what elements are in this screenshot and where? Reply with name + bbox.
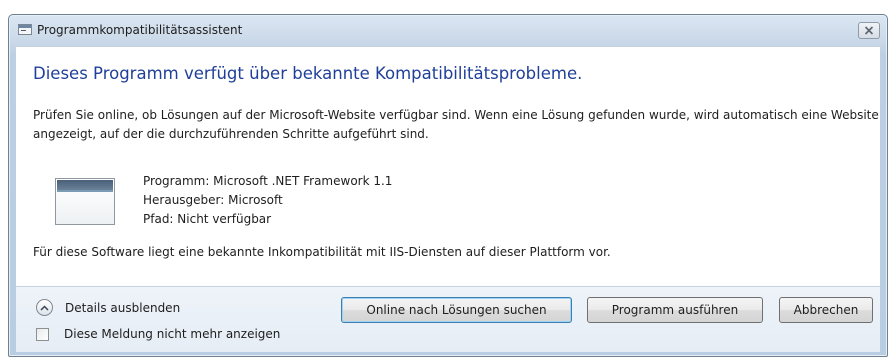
program-path: Pfad: Nicht verfügbar	[143, 212, 272, 226]
cancel-button[interactable]: Abbrechen	[779, 297, 873, 323]
program-info: Programm: Microsoft .NET Framework 1.1 H…	[143, 172, 392, 229]
close-button[interactable]	[858, 22, 880, 39]
details-toggle[interactable]: Details ausblenden	[36, 299, 180, 316]
check-online-button[interactable]: Online nach Lösungen suchen	[341, 297, 572, 323]
details-toggle-button[interactable]	[36, 299, 53, 316]
dialog-footer: Details ausblenden Diese Meldung nicht m…	[16, 286, 880, 352]
description-text: Prüfen Sie online, ob Lösungen auf der M…	[33, 108, 879, 141]
dont-show-again-checkbox[interactable]	[36, 327, 49, 341]
dont-show-again-row[interactable]: Diese Meldung nicht mehr anzeigen	[36, 327, 280, 341]
dialog-content: Dieses Programm verfügt über bekannte Ko…	[16, 46, 880, 287]
dont-show-again-label: Diese Meldung nicht mehr anzeigen	[64, 327, 281, 341]
run-program-button[interactable]: Programm ausführen	[587, 297, 763, 323]
publisher: Herausgeber: Microsoft	[143, 193, 283, 207]
window-title: Programmkompatibilitätsassistent	[37, 23, 243, 37]
program-name: Programm: Microsoft .NET Framework 1.1	[143, 174, 393, 188]
incompatibility-note: Für diese Software liegt eine bekannte I…	[33, 245, 611, 259]
program-window-icon	[55, 178, 115, 225]
details-label: Details ausblenden	[65, 300, 181, 315]
close-icon	[864, 26, 874, 35]
title-bar: Programmkompatibilitätsassistent	[9, 15, 887, 46]
window-app-icon	[18, 24, 32, 35]
dialog-heading: Dieses Programm verfügt über bekannte Ko…	[33, 64, 583, 83]
chevron-up-icon	[40, 304, 49, 311]
compatibility-dialog: Programmkompatibilitätsassistent Dieses …	[8, 14, 888, 357]
